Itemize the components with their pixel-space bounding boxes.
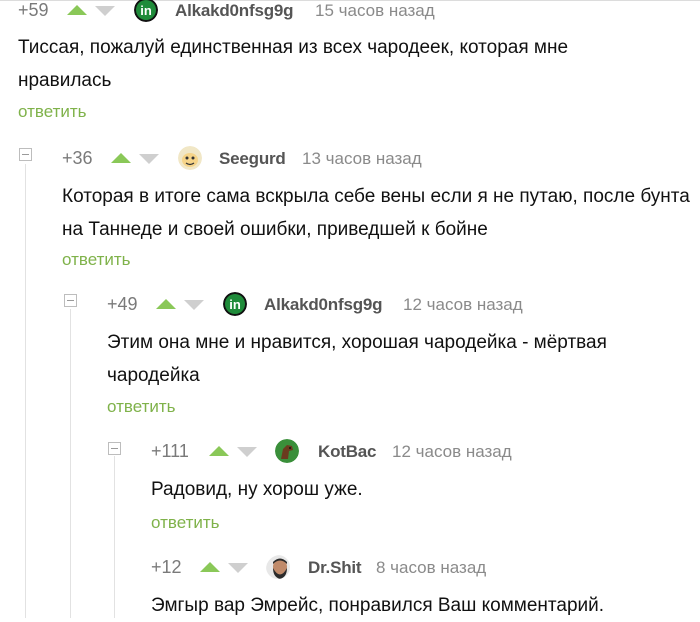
comment-2: +36 Seegurd 13 часов назад Которая в ито…	[62, 146, 692, 269]
comment-1: +59 in Alkakd0nfsg9g 15 часов назад Тисс…	[18, 0, 688, 121]
comment-header: +59 in Alkakd0nfsg9g 15 часов назад	[18, 0, 688, 26]
rating-score: +111	[151, 441, 189, 461]
upvote-arrow-icon[interactable]	[209, 446, 229, 456]
thread-line-level-2[interactable]	[70, 309, 71, 618]
downvote-arrow-icon[interactable]	[237, 447, 257, 457]
thread-line-level-1[interactable]	[25, 164, 26, 618]
rating-score: +36	[62, 148, 93, 168]
bearded-man-icon	[266, 555, 290, 579]
upvote-arrow-icon[interactable]	[156, 299, 176, 309]
thread-line-level-3[interactable]	[114, 456, 115, 618]
collapse-thread-button[interactable]	[64, 294, 77, 307]
rating-score: +59	[18, 0, 49, 20]
green-circle-in-icon: in	[223, 292, 247, 316]
svg-text:in: in	[140, 3, 152, 18]
timestamp[interactable]: 12 часов назад	[403, 295, 523, 315]
downvote-arrow-icon[interactable]	[228, 563, 248, 573]
comment-header: +111 KotBac 12 часов назад	[151, 439, 691, 467]
upvote-arrow-icon[interactable]	[67, 5, 87, 15]
avatar[interactable]	[266, 555, 290, 579]
username[interactable]: Alkakd0nfsg9g	[175, 1, 294, 21]
avatar[interactable]: in	[223, 292, 247, 316]
timestamp[interactable]: 8 часов назад	[376, 558, 486, 578]
avatar[interactable]	[178, 146, 202, 170]
comment-4: +111 KotBac 12 часов назад Радовид, ну х…	[151, 439, 691, 532]
comment-text: Радовид, ну хорош уже.	[151, 479, 363, 500]
svg-text:in: in	[229, 297, 241, 312]
comment-text: Тиссая, пожалуй единственная из всех чар…	[18, 37, 569, 91]
timestamp[interactable]: 12 часов назад	[392, 442, 512, 462]
comment-3: +49 in Alkakd0nfsg9g 12 часов назад Этим…	[107, 292, 692, 416]
timestamp[interactable]: 13 часов назад	[302, 149, 422, 169]
upvote-arrow-icon[interactable]	[200, 562, 220, 572]
comment-text: Которая в итоге сама вскрыла себе вены е…	[62, 186, 690, 240]
username[interactable]: Dr.Shit	[308, 558, 362, 578]
comment-header: +49 in Alkakd0nfsg9g 12 часов назад	[107, 292, 692, 320]
comment-header: +36 Seegurd 13 часов назад	[62, 146, 692, 174]
comment-text: Эмгыр вар Эмрейс, понравился Ваш коммент…	[151, 595, 605, 616]
comment-5: +12 Dr.Shit 8 часов назад Эмгыр вар Эмре…	[151, 555, 691, 616]
downvote-arrow-icon[interactable]	[139, 154, 159, 164]
comment-header: +12 Dr.Shit 8 часов назад	[151, 555, 691, 583]
reply-link[interactable]: ответить	[18, 102, 87, 122]
collapse-thread-button[interactable]	[19, 148, 32, 161]
rating-score: +49	[107, 294, 138, 314]
cartoon-face-icon	[178, 146, 202, 170]
downvote-arrow-icon[interactable]	[95, 6, 115, 16]
comment-text: Этим она мне и нравится, хорошая чародей…	[107, 332, 607, 386]
reply-link[interactable]: ответить	[151, 513, 220, 533]
downvote-arrow-icon[interactable]	[184, 300, 204, 310]
avatar[interactable]	[275, 439, 299, 463]
reply-link[interactable]: ответить	[107, 397, 176, 417]
green-circle-in-icon: in	[134, 0, 158, 22]
username[interactable]: Seegurd	[219, 149, 286, 169]
timestamp[interactable]: 15 часов назад	[315, 1, 435, 21]
username[interactable]: KotBac	[318, 442, 377, 462]
avatar[interactable]: in	[134, 0, 158, 22]
upvote-arrow-icon[interactable]	[111, 153, 131, 163]
collapse-thread-button[interactable]	[108, 442, 121, 455]
rating-score: +12	[151, 557, 182, 577]
horse-icon	[275, 439, 299, 463]
username[interactable]: Alkakd0nfsg9g	[264, 295, 383, 315]
reply-link[interactable]: ответить	[62, 250, 131, 270]
